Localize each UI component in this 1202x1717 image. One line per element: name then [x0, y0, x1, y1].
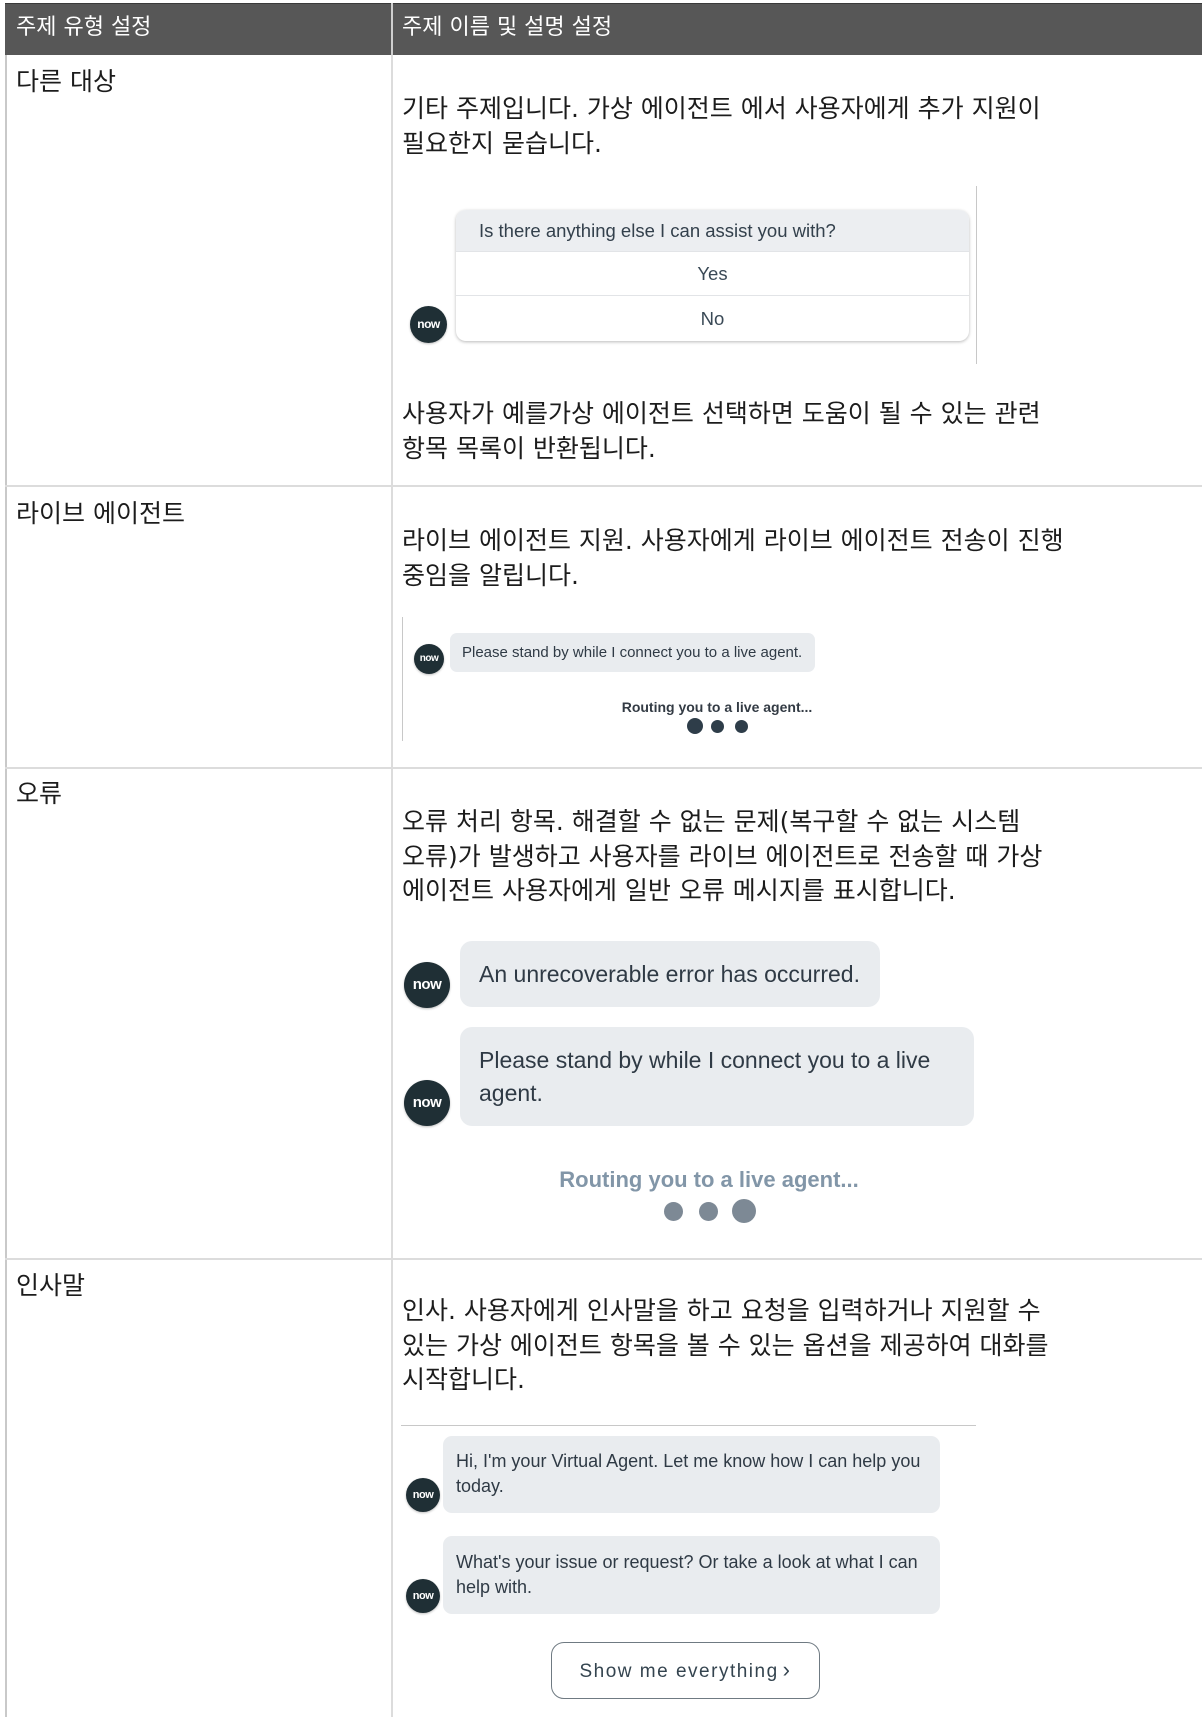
description-line: 시작합니다. [402, 1365, 525, 1394]
option-no-button: No [456, 295, 969, 341]
illustration-edge [976, 186, 977, 364]
routing-status: Routing you to a live agent... [621, 699, 813, 715]
now-avatar-icon: now [414, 644, 444, 674]
row-label-error: 오류 [16, 779, 63, 808]
now-avatar-icon: now [410, 306, 447, 343]
description-line: 에이전트 사용자에게 일반 오류 메시지를 표시합니다. [402, 876, 956, 905]
row-separator [5, 767, 1202, 769]
illustration-edge [401, 1425, 976, 1426]
show-me-everything-label: Show me everything [579, 1661, 779, 1682]
description-line: 라이브 에이전트 지원. 사용자에게 라이브 에이전트 전송이 진행 [402, 526, 1064, 555]
description-line: 기타 주제입니다. 가상 에이전트 에서 사용자에게 추가 지원이 [402, 94, 1041, 123]
header-topic-type: 주제 유형 설정 [16, 15, 152, 40]
row-description-greeting: 인사. 사용자에게 인사말을 하고 요청을 입력하거나 지원할 수 있는 가상 … [402, 1294, 1192, 1398]
description-line: 오류)가 발생하고 사용자를 라이브 에이전트로 전송할 때 가상 [402, 841, 1043, 871]
row-description-other: 기타 주제입니다. 가상 에이전트 에서 사용자에게 추가 지원이 필요한지 묻… [402, 92, 1192, 161]
typing-dot-icon [699, 1202, 718, 1221]
anything-else-card: Is there anything else I can assist you … [456, 210, 969, 341]
note-line: 항목 목록이 반환됩니다. [402, 433, 656, 463]
row-description-live-agent: 라이브 에이전트 지원. 사용자에게 라이브 에이전트 전송이 진행 중임을 알… [402, 524, 1192, 593]
description-line: 중임을 알립니다. [402, 560, 579, 590]
typing-dot-icon [687, 718, 703, 734]
row-label-live-agent: 라이브 에이전트 [16, 499, 185, 528]
row-description-error: 오류 처리 항목. 해결할 수 없는 문제(복구할 수 없는 시스템 오류)가 … [402, 805, 1192, 909]
description-line: 필요한지 묻습니다. [402, 128, 602, 158]
chat-bubble-error: An unrecoverable error has occurred. [460, 941, 880, 1007]
row-label-greeting: 인사말 [16, 1271, 86, 1300]
table-column-divider [391, 55, 393, 1717]
option-yes-button: Yes [456, 251, 969, 295]
description-line: 인사. 사용자에게 인사말을 하고 요청을 입력하거나 지원할 수 [402, 1296, 1041, 1325]
header-column-divider [391, 3, 393, 55]
header-topic-name-description: 주제 이름 및 설명 설정 [402, 15, 613, 40]
chat-bubble-stand-by: Please stand by while I connect you to a… [450, 633, 815, 672]
note-line: 사용자가 예를가상 에이전트 선택하면 도움이 될 수 있는 관련 [402, 399, 1041, 428]
row-separator [5, 1258, 1202, 1260]
row-label-other: 다른 대상 [16, 67, 116, 96]
table-left-border [5, 55, 7, 1717]
show-me-everything-button: Show me everything › [551, 1642, 820, 1699]
now-avatar-icon: now [404, 962, 450, 1008]
typing-dot-icon [732, 1199, 756, 1223]
typing-dot-icon [664, 1202, 683, 1221]
chat-bubble-greeting: Hi, I'm your Virtual Agent. Let me know … [443, 1436, 940, 1513]
now-avatar-icon: now [406, 1579, 440, 1613]
now-avatar-icon: now [404, 1080, 450, 1126]
description-line: 있는 가상 에이전트 항목을 볼 수 있는 옵션을 제공하여 대화를 [402, 1330, 1049, 1360]
row-note-other: 사용자가 예를가상 에이전트 선택하면 도움이 될 수 있는 관련 항목 목록이… [402, 397, 1192, 466]
typing-dot-icon [711, 720, 724, 733]
routing-status: Routing you to a live agent... [559, 1167, 859, 1192]
chat-bubble-request: What's your issue or request? Or take a … [443, 1536, 940, 1614]
typing-dot-icon [735, 720, 748, 733]
description-line: 오류 처리 항목. 해결할 수 없는 문제(복구할 수 없는 시스템 [402, 807, 1021, 836]
now-avatar-icon: now [406, 1478, 440, 1512]
illustration-edge [402, 617, 403, 741]
row-separator [5, 485, 1202, 487]
chat-bubble-stand-by: Please stand by while I connect you to a… [460, 1027, 974, 1126]
anything-else-question: Is there anything else I can assist you … [456, 210, 969, 251]
chevron-right-icon: › [782, 1657, 792, 1682]
